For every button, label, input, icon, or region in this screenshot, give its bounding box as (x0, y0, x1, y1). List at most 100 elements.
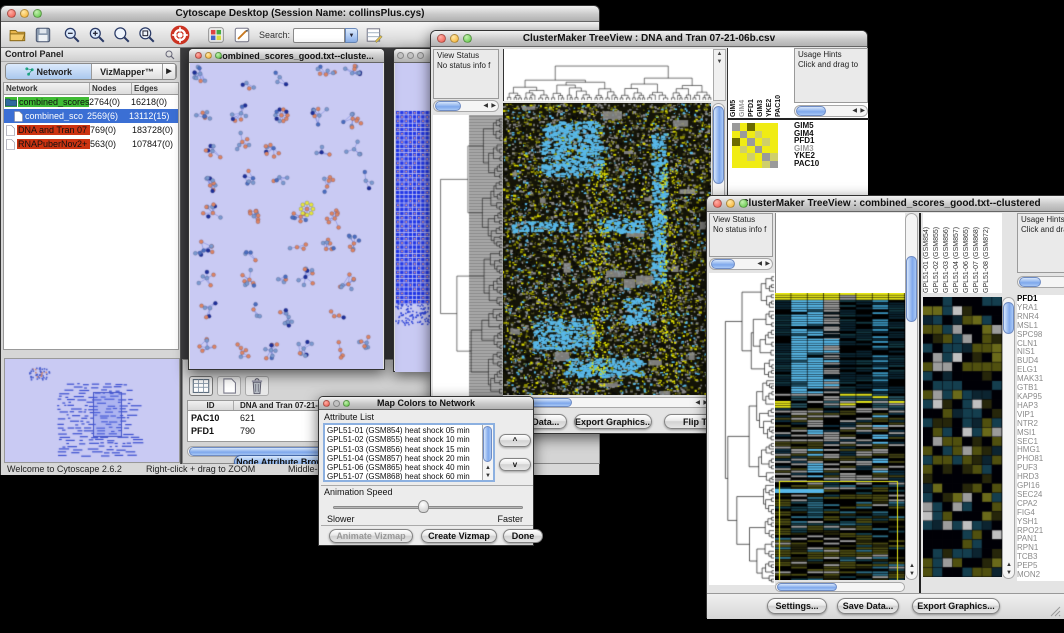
table-edit-icon[interactable] (365, 26, 383, 44)
tv1-usage-scrollbar[interactable]: ◀▶ (794, 105, 868, 117)
tab-overflow[interactable]: ▶ (163, 64, 176, 79)
tv2-zoom-vscrollbar[interactable]: ▲▼ (1002, 297, 1015, 579)
tv2-titlebar[interactable]: ClusterMaker TreeView : combined_scores_… (707, 196, 1064, 212)
network-overview-navigator[interactable] (4, 358, 180, 463)
attribute-item[interactable]: GPL51-06 (GSM865) heat shock 40 min (327, 463, 475, 472)
minimize-button[interactable] (333, 400, 340, 407)
matrix-cell (762, 146, 770, 154)
move-down-button[interactable]: v (499, 458, 531, 471)
network-row-dna-tran[interactable]: DNA and Tran 07 769(0) 183728(0) (4, 123, 178, 137)
minimize-button[interactable] (205, 52, 212, 59)
float-panel-icon[interactable] (165, 50, 175, 60)
matrix-cell (770, 146, 778, 154)
minimize-button[interactable] (20, 9, 29, 18)
close-button[interactable] (7, 9, 16, 18)
tv1-column-labels: GIM5GIM4PFD1GIM3YKE2PAC10 (730, 49, 790, 117)
tv2-heatmap-vscrollbar[interactable]: ▲▼ (905, 213, 918, 580)
animate-vizmap-button[interactable]: Animate Vizmap (329, 529, 413, 543)
resize-grip[interactable] (1049, 605, 1061, 617)
close-button[interactable] (437, 34, 446, 43)
tv1-corner-arrows[interactable]: ▲▼ (713, 49, 726, 101)
save-icon[interactable] (34, 26, 52, 44)
zoom-selected-icon[interactable] (113, 26, 131, 44)
matrix-cell (747, 161, 755, 169)
open-file-icon[interactable] (9, 26, 27, 44)
tv1-column-dendrogram[interactable] (503, 49, 714, 101)
zoom-button[interactable] (215, 52, 222, 59)
id-column-header[interactable]: ID (188, 401, 234, 410)
search-input[interactable] (293, 28, 345, 43)
tv2-export-graphics-button[interactable]: Export Graphics... (912, 598, 1000, 614)
attribute-listbox[interactable]: GPL51-01 (GSM854) heat shock 05 minGPL51… (323, 423, 495, 482)
minimize-button[interactable] (726, 199, 735, 208)
close-button[interactable] (713, 199, 722, 208)
tv1-heatmap-hscrollbar[interactable]: ◀▶ (503, 397, 711, 408)
attribute-item[interactable]: GPL51-03 (GSM856) heat shock 15 min (327, 445, 475, 454)
table-view-icon[interactable] (189, 376, 213, 396)
attribute-item[interactable]: GPL51-02 (GSM855) heat shock 10 min (327, 435, 475, 444)
zoom-button[interactable] (739, 199, 748, 208)
vizmapper-grid-icon[interactable] (207, 26, 225, 44)
done-button[interactable]: Done (503, 529, 543, 543)
help-lifering-icon[interactable] (170, 25, 190, 45)
tv1-status-scrollbar[interactable]: ◀▶ (433, 100, 499, 112)
zoom-in-icon[interactable] (88, 26, 106, 44)
matrix-cell (740, 146, 748, 154)
attribute-list-vscrollbar[interactable] (482, 425, 493, 480)
tv1-export-graphics-button[interactable]: Export Graphics... (574, 414, 652, 429)
tv2-save-data-button[interactable]: Save Data... (837, 598, 899, 614)
zoom-button[interactable] (343, 400, 350, 407)
tv2-row-dendrogram[interactable] (709, 273, 775, 585)
attribute-item[interactable]: GPL51-07 (GSM868) heat shock 60 min (327, 472, 475, 481)
network-view-canvas[interactable] (190, 63, 383, 369)
zoom-button[interactable] (33, 9, 42, 18)
new-attribute-icon[interactable] (217, 376, 241, 396)
tv2-usage-scrollbar[interactable] (1017, 276, 1064, 288)
tv1-submatrix-heatmap[interactable] (732, 123, 778, 168)
tab-vizmapper[interactable]: VizMapper™ (92, 64, 163, 79)
create-vizmap-button[interactable]: Create Vizmap (421, 529, 497, 543)
move-up-button[interactable]: ^ (499, 434, 531, 447)
speed-slider-thumb[interactable] (418, 500, 429, 513)
network-view-canvas[interactable] (395, 63, 433, 372)
matrix-cell (770, 123, 778, 131)
zoom-button[interactable] (417, 52, 424, 59)
annotation-icon[interactable] (233, 26, 251, 44)
tv1-row-dendrogram[interactable] (433, 115, 503, 397)
tv2-zoomed-heatmap[interactable] (923, 297, 1002, 577)
col-network[interactable]: Network (4, 83, 90, 94)
tv2-status-scrollbar[interactable]: ◀▶ (709, 258, 773, 270)
col-edges[interactable]: Edges (132, 83, 178, 94)
network-row-combined-scores[interactable]: combined_scores 2764(0) 16218(0) (4, 95, 178, 109)
delete-attribute-trash-icon[interactable] (245, 376, 269, 396)
attribute-item[interactable]: GPL51-04 (GSM857) heat shock 20 min (327, 454, 475, 463)
close-button[interactable] (397, 52, 404, 59)
zoom-fit-icon[interactable] (138, 26, 156, 44)
minimize-button[interactable] (407, 52, 414, 59)
status-welcome: Welcome to Cytoscape 2.6.2 (7, 464, 122, 474)
zoom-out-icon[interactable] (63, 26, 81, 44)
tv2-heatmap-hscrollbar[interactable] (775, 582, 905, 592)
search-dropdown-button[interactable]: ▼ (345, 28, 358, 43)
zoom-button[interactable] (463, 34, 472, 43)
tv2-settings-button[interactable]: Settings... (767, 598, 827, 614)
close-button[interactable] (323, 400, 330, 407)
tv2-button-bar: Settings... Save Data... Export Graphics… (707, 593, 1064, 619)
matrix-cell (755, 153, 763, 161)
minimize-button[interactable] (450, 34, 459, 43)
col-nodes[interactable]: Nodes (90, 83, 132, 94)
close-button[interactable] (195, 52, 202, 59)
tab-network[interactable]: Network (6, 64, 92, 79)
network-row-combined-sco-selected[interactable]: combined_sco 2569(6) 13112(15) (4, 109, 178, 123)
main-window-title: Cytoscape Desktop (Session Name: collins… (176, 8, 425, 19)
tv2-heatmap[interactable] (775, 293, 905, 580)
network-tab-icon (25, 67, 34, 76)
main-titlebar[interactable]: Cytoscape Desktop (Session Name: collins… (1, 6, 599, 22)
divider (321, 525, 533, 526)
network-row-rnapuber[interactable]: RNAPuberNov2+ 563(0) 107847(0) (4, 137, 178, 151)
tv2-view-status-panel: View Status No status info f (709, 213, 773, 257)
attribute-item[interactable]: GPL51-01 (GSM854) heat shock 05 min (327, 426, 475, 435)
tv1-titlebar[interactable]: ClusterMaker TreeView : DNA and Tran 07-… (431, 31, 867, 47)
gene-label[interactable]: MON2 (1017, 571, 1064, 580)
tv1-heatmap[interactable] (503, 103, 711, 395)
